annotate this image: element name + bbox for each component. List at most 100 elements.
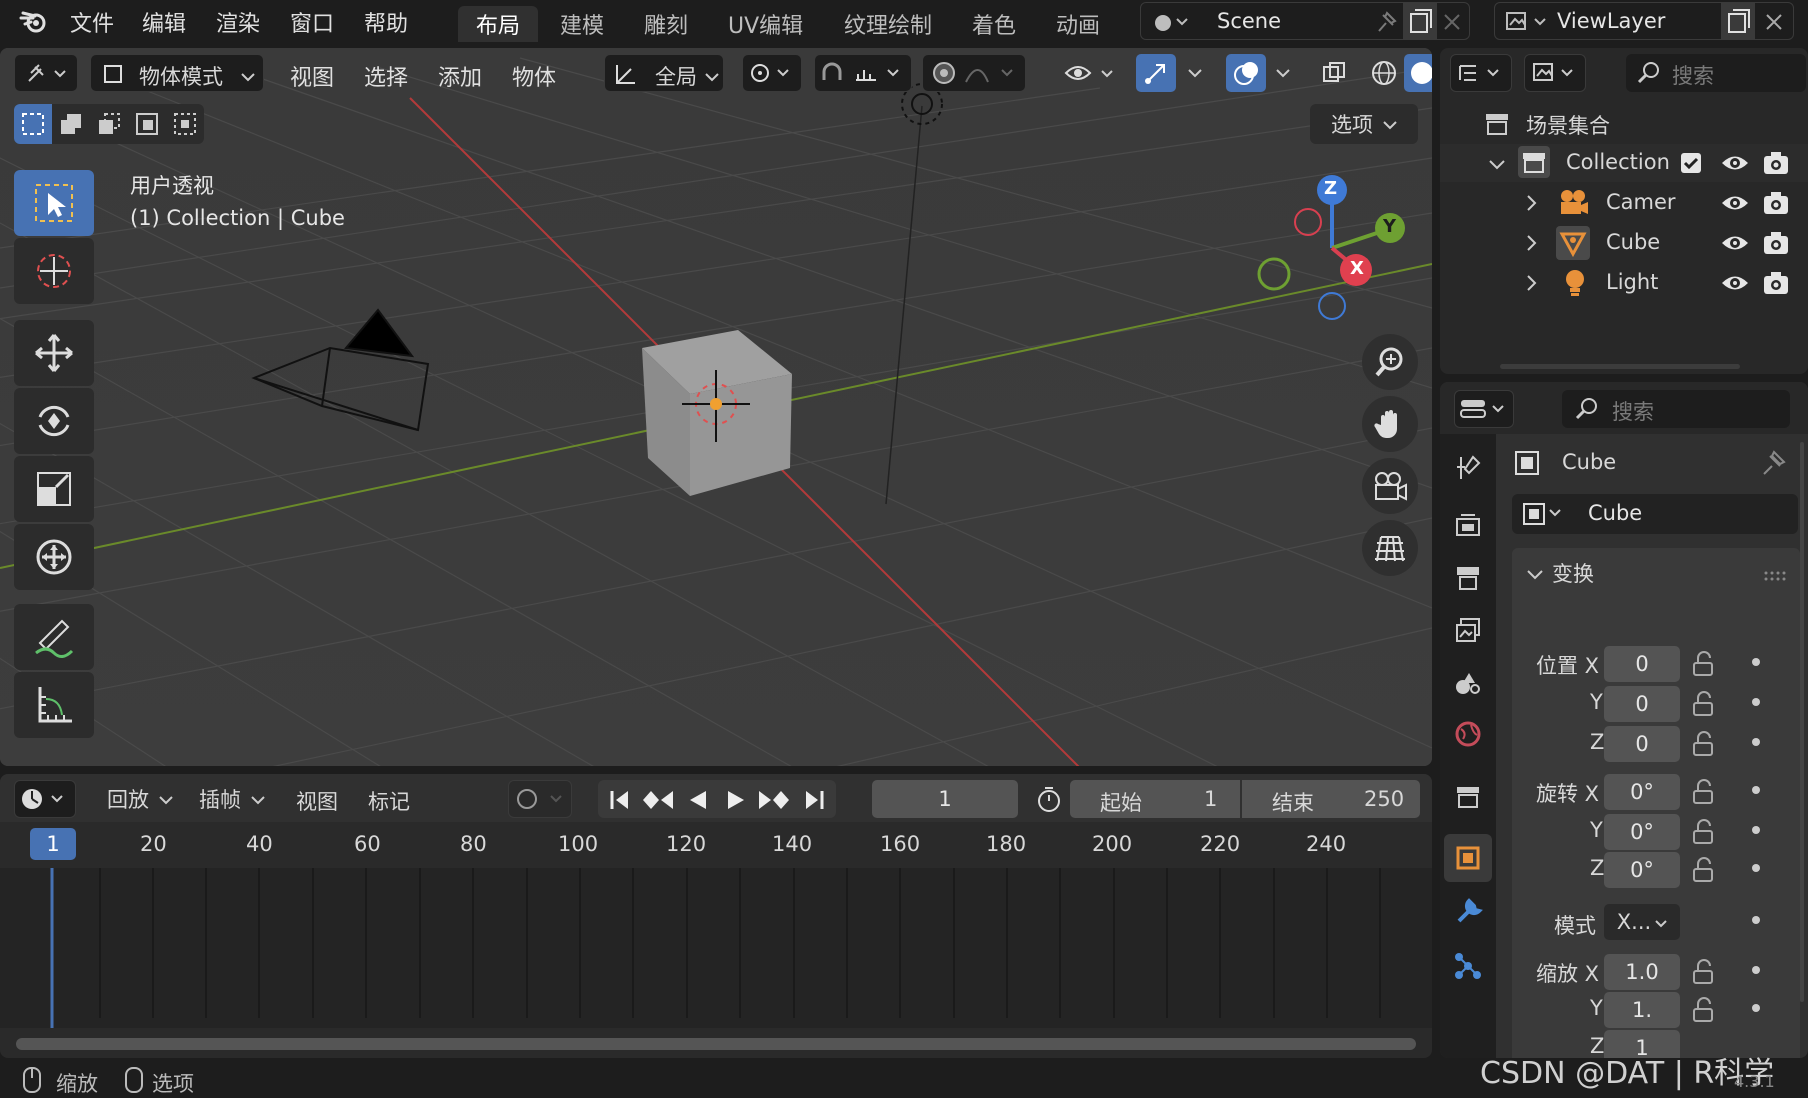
scene-collection-row[interactable]: 场景集合	[1440, 104, 1808, 142]
properties-search-field[interactable]: 搜索	[1562, 390, 1790, 428]
scene-tab-icon[interactable]	[1448, 662, 1488, 702]
timeline-menu-view[interactable]: 视图	[296, 786, 338, 816]
properties-scrollbar[interactable]	[1800, 442, 1804, 1002]
new-scene-icon[interactable]	[1403, 3, 1437, 39]
annotate-tool[interactable]	[14, 604, 94, 670]
transform-tool[interactable]	[14, 524, 94, 590]
outliner-item-camera[interactable]: Camer	[1440, 184, 1808, 222]
scene-name[interactable]: Scene	[1217, 9, 1281, 33]
timeline-scrollbar[interactable]	[16, 1038, 1416, 1050]
viewport-menu-select[interactable]: 选择	[364, 60, 408, 92]
render-camera-icon[interactable]	[1762, 230, 1790, 260]
tab-texture-paint[interactable]: 纹理绘制	[826, 6, 950, 42]
visibility-selector-icon[interactable]	[1060, 56, 1120, 90]
jump-prev-keyframe-icon[interactable]	[639, 785, 677, 815]
location-z-field[interactable]: 0	[1604, 726, 1680, 762]
lock-icon[interactable]	[1690, 958, 1718, 990]
rotation-z-field[interactable]: 0°	[1604, 852, 1680, 888]
options-dropdown[interactable]: 选项	[1310, 104, 1418, 144]
gizmo-dropdown-icon[interactable]	[1180, 54, 1210, 92]
select-invert-icon[interactable]	[128, 104, 166, 144]
rotation-x-field[interactable]: 0°	[1604, 774, 1680, 810]
jump-start-icon[interactable]	[605, 785, 635, 815]
object-name-field[interactable]: Cube	[1512, 494, 1798, 534]
tab-shading[interactable]: 着色	[954, 6, 1034, 42]
current-frame-field[interactable]: 1	[872, 780, 1018, 818]
menu-help[interactable]: 帮助	[364, 6, 408, 38]
object-tab-icon[interactable]	[1444, 834, 1492, 882]
scale-tool[interactable]	[14, 456, 94, 522]
gizmo-toggle-icon[interactable]	[1136, 54, 1176, 92]
collection-row[interactable]: Collection	[1440, 144, 1808, 182]
auto-keying-button[interactable]	[508, 780, 572, 818]
lock-icon[interactable]	[1690, 730, 1718, 762]
cursor-tool[interactable]	[14, 238, 94, 304]
measure-tool[interactable]	[14, 672, 94, 738]
keyframe-dot-icon[interactable]	[1752, 658, 1760, 666]
overlay-toggle-icon[interactable]	[1226, 54, 1266, 92]
timeline-editor-type-button[interactable]	[14, 780, 76, 818]
camera-view-icon[interactable]	[1362, 458, 1418, 514]
scale-x-field[interactable]: 1.0	[1604, 954, 1680, 990]
scale-y-field[interactable]: 1.	[1604, 992, 1680, 1028]
eye-icon[interactable]	[1720, 232, 1750, 258]
lock-icon[interactable]	[1690, 996, 1718, 1028]
object-name-value[interactable]: Cube	[1588, 501, 1642, 525]
tab-sculpting[interactable]: 雕刻	[626, 6, 706, 42]
rotation-mode-dropdown[interactable]: X...	[1604, 904, 1680, 940]
keyframe-dot-icon[interactable]	[1752, 864, 1760, 872]
select-extend-icon[interactable]	[52, 104, 90, 144]
menu-file[interactable]: 文件	[70, 6, 114, 38]
eye-icon[interactable]	[1720, 152, 1750, 178]
render-camera-icon[interactable]	[1762, 150, 1790, 180]
3d-viewport[interactable]: 物体模式 视图 选择 添加 物体 全局 选项 用户透视 (1) Collecti…	[0, 48, 1432, 766]
ortho-toggle-icon[interactable]	[1362, 520, 1418, 576]
wireframe-shading-icon[interactable]	[1364, 54, 1404, 92]
play-icon[interactable]	[719, 785, 751, 815]
transform-title[interactable]: 变换	[1552, 558, 1594, 588]
keyframe-dot-icon[interactable]	[1752, 1004, 1760, 1012]
keyframe-dot-icon[interactable]	[1752, 786, 1760, 794]
viewlayer-name[interactable]: ViewLayer	[1557, 9, 1665, 33]
frame-end-field[interactable]: 结束 250	[1242, 780, 1420, 818]
lock-icon[interactable]	[1690, 818, 1718, 850]
tab-layout[interactable]: 布局	[458, 6, 539, 42]
zoom-view-icon[interactable]	[1362, 334, 1418, 390]
mode-selector[interactable]: 物体模式	[90, 54, 264, 92]
collapse-chevron-down-icon[interactable]	[1526, 566, 1544, 585]
select-new-icon[interactable]	[14, 104, 52, 144]
jump-end-icon[interactable]	[799, 785, 829, 815]
pin-icon[interactable]	[1758, 448, 1788, 482]
location-y-field[interactable]: 0	[1604, 686, 1680, 722]
object-type-icon[interactable]	[1522, 502, 1566, 530]
pan-view-icon[interactable]	[1362, 396, 1418, 452]
select-subtract-icon[interactable]	[90, 104, 128, 144]
viewport-menu-add[interactable]: 添加	[438, 60, 482, 92]
menu-edit[interactable]: 编辑	[142, 6, 186, 38]
snap-toggle-button[interactable]	[814, 54, 912, 92]
world-tab-icon[interactable]	[1448, 714, 1488, 754]
viewport-menu-view[interactable]: 视图	[290, 60, 334, 92]
render-camera-icon[interactable]	[1762, 190, 1790, 220]
select-box-tool[interactable]	[14, 170, 94, 236]
tab-uv-editing[interactable]: UV编辑	[710, 6, 821, 42]
solid-shading-icon[interactable]	[1404, 54, 1432, 92]
properties-editor-type-button[interactable]	[1454, 390, 1514, 428]
pivot-point-button[interactable]	[742, 54, 802, 92]
proportional-edit-button[interactable]	[922, 54, 1026, 92]
tab-modeling[interactable]: 建模	[542, 6, 622, 42]
modifier-tab-icon[interactable]	[1448, 892, 1488, 932]
tool-tab-icon[interactable]	[1448, 448, 1488, 488]
menu-render[interactable]: 渲染	[216, 6, 260, 38]
eye-icon[interactable]	[1720, 272, 1750, 298]
timeline-menu-marker[interactable]: 标记	[368, 786, 410, 816]
drag-handle-icon[interactable]	[1764, 566, 1786, 585]
viewport-menu-object[interactable]: 物体	[512, 60, 556, 92]
particles-tab-icon[interactable]	[1448, 946, 1488, 986]
viewlayer-selector[interactable]: ViewLayer	[1494, 2, 1794, 40]
outliner-filter-button[interactable]	[1524, 54, 1586, 92]
view-layer-tab-icon[interactable]	[1448, 610, 1488, 650]
checkbox-icon[interactable]	[1680, 152, 1702, 178]
new-viewlayer-icon[interactable]	[1721, 3, 1755, 39]
pin-icon[interactable]	[1373, 9, 1399, 39]
